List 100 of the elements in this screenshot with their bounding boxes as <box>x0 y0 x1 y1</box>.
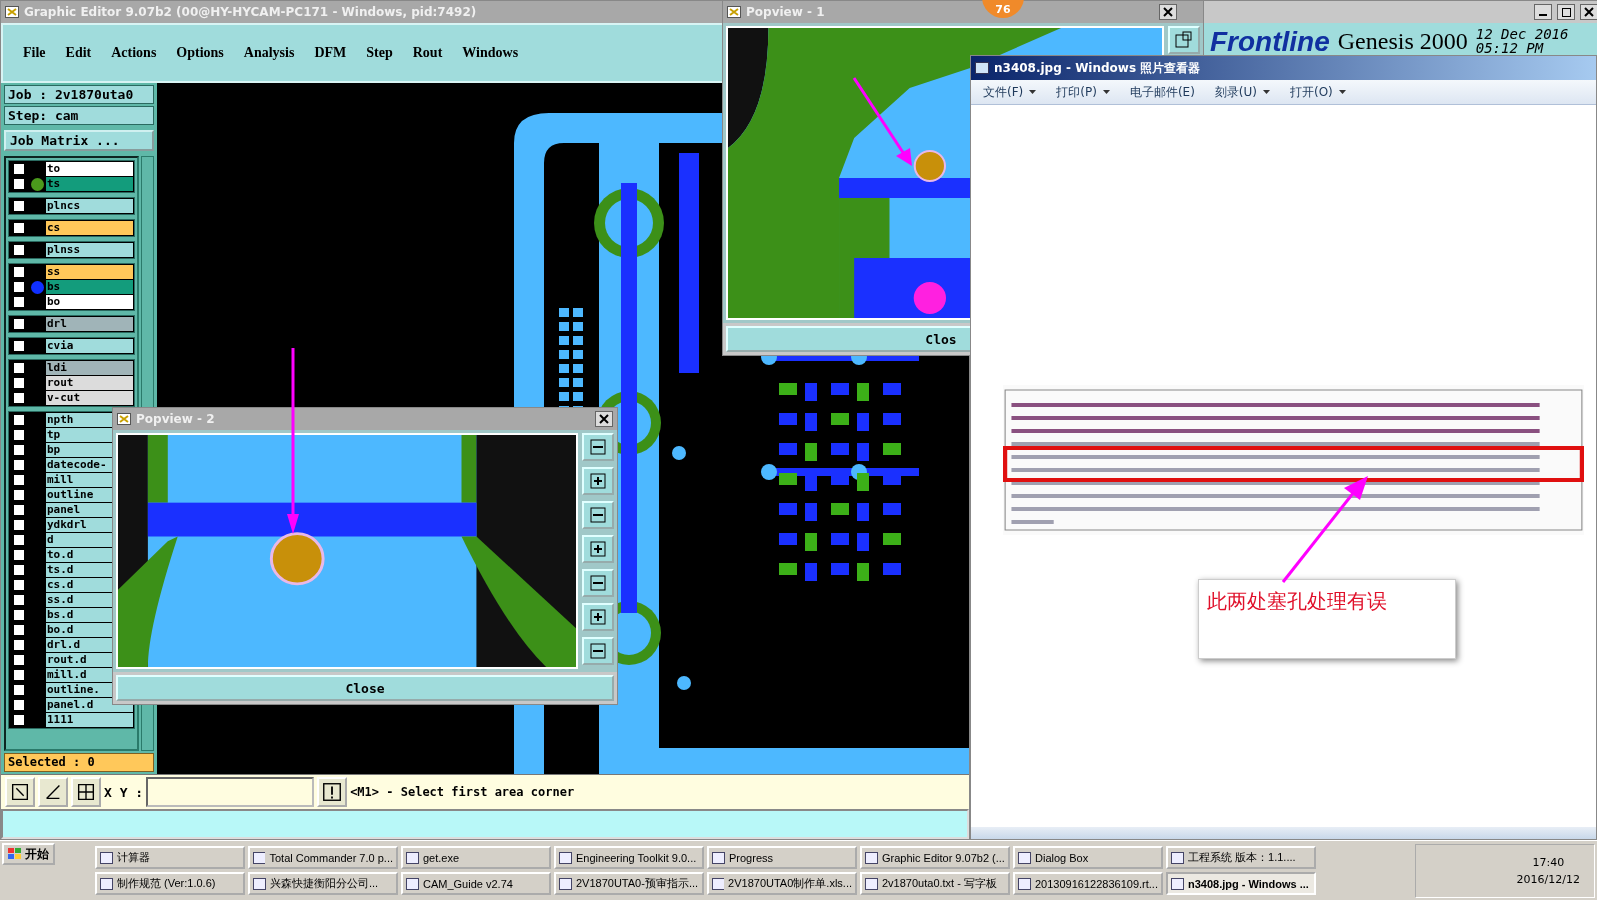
menu-item[interactable]: Step <box>366 45 393 61</box>
view-button[interactable] <box>582 637 614 665</box>
layer-checkbox[interactable] <box>12 339 26 353</box>
start-button[interactable]: 开始 <box>2 843 55 865</box>
taskbar-item[interactable]: Progress <box>707 846 857 869</box>
taskbar-item[interactable]: 计算器 <box>95 846 245 869</box>
layer-name[interactable]: rout <box>46 376 133 390</box>
layer-name[interactable]: drl <box>46 317 133 331</box>
layer-checkbox[interactable] <box>12 683 26 697</box>
layer-checkbox[interactable] <box>12 391 26 405</box>
maximize-button[interactable] <box>1557 4 1575 20</box>
layer-name[interactable]: bs <box>46 280 133 294</box>
layer-name[interactable]: cs <box>46 221 133 235</box>
layer-checkbox[interactable] <box>12 668 26 682</box>
taskbar-item[interactable]: CAM_Guide v2.74 <box>401 872 551 895</box>
layer-checkbox[interactable] <box>12 280 26 294</box>
layer-name[interactable]: 1111 <box>46 713 133 727</box>
layer-name[interactable]: ldi <box>46 361 133 375</box>
tool-button[interactable] <box>71 777 101 807</box>
layer-checkbox[interactable] <box>12 361 26 375</box>
close-button[interactable] <box>1580 4 1597 20</box>
taskbar-item[interactable]: Engineering Toolkit 9.0... <box>554 846 704 869</box>
menu-item[interactable]: 打开(O) <box>1290 83 1346 101</box>
view-button[interactable] <box>582 569 614 597</box>
layer-checkbox[interactable] <box>12 177 26 191</box>
layer-checkbox[interactable] <box>12 265 26 279</box>
layer-checkbox[interactable] <box>12 578 26 592</box>
close-button[interactable] <box>1159 4 1177 20</box>
layer-checkbox[interactable] <box>12 443 26 457</box>
taskbar-item[interactable]: 2v1870uta0.txt - 写字板 <box>860 872 1010 895</box>
tool-button[interactable] <box>5 777 35 807</box>
view-button[interactable] <box>582 535 614 563</box>
taskbar-item[interactable]: 20130916122836109.rt... <box>1013 872 1163 895</box>
alert-button[interactable] <box>317 777 348 807</box>
menu-item[interactable]: 打印(P) <box>1056 83 1110 101</box>
layer-name[interactable]: v-cut <box>46 391 133 405</box>
menu-item[interactable]: DFM <box>314 45 347 61</box>
layer-checkbox[interactable] <box>12 243 26 257</box>
minimize-button[interactable] <box>1534 4 1552 20</box>
taskbar-item[interactable]: 2V1870UTA0-预审指示... <box>554 872 704 895</box>
taskbar-item[interactable]: get.exe <box>401 846 551 869</box>
layer-name[interactable]: plnss <box>46 243 133 257</box>
layer-checkbox[interactable] <box>12 295 26 309</box>
layer-name[interactable]: plncs <box>46 199 133 213</box>
menu-item[interactable]: Edit <box>65 45 92 61</box>
layer-checkbox[interactable] <box>12 413 26 427</box>
menu-item[interactable]: 刻录(U) <box>1214 83 1270 101</box>
taskbar-item[interactable]: 2V1870UTA0制作单.xls... <box>707 872 857 895</box>
taskbar-item[interactable]: 工程系统 版本：1.1.... <box>1166 846 1316 869</box>
layer-checkbox[interactable] <box>12 473 26 487</box>
taskbar-item[interactable]: Total Commander 7.0 p... <box>248 846 398 869</box>
layer-checkbox[interactable] <box>12 698 26 712</box>
layer-checkbox[interactable] <box>12 376 26 390</box>
close-button[interactable] <box>595 411 613 427</box>
tool-button[interactable] <box>38 777 68 807</box>
plus-icon <box>588 471 608 491</box>
close-button[interactable]: Close <box>116 675 614 701</box>
layer-name[interactable]: ss <box>46 265 133 279</box>
menu-item[interactable]: 电子邮件(E) <box>1129 83 1195 101</box>
menu-item[interactable]: File <box>23 45 46 61</box>
layer-checkbox[interactable] <box>12 221 26 235</box>
zoom-button[interactable] <box>1168 26 1200 54</box>
menu-item[interactable]: Options <box>176 45 224 61</box>
job-matrix-button[interactable]: Job Matrix ... <box>4 130 154 151</box>
layer-checkbox[interactable] <box>12 653 26 667</box>
layer-checkbox[interactable] <box>12 199 26 213</box>
menu-item[interactable]: Actions <box>111 45 157 61</box>
layer-checkbox[interactable] <box>12 593 26 607</box>
layer-name[interactable]: bo <box>46 295 133 309</box>
menu-item[interactable]: Windows <box>462 45 519 61</box>
layer-checkbox[interactable] <box>12 503 26 517</box>
view-button[interactable] <box>582 501 614 529</box>
menu-item[interactable]: Analysis <box>243 45 295 61</box>
layer-checkbox[interactable] <box>12 428 26 442</box>
layer-checkbox[interactable] <box>12 623 26 637</box>
view-button[interactable] <box>582 433 614 461</box>
layer-checkbox[interactable] <box>12 458 26 472</box>
layer-checkbox[interactable] <box>12 563 26 577</box>
taskbar-item[interactable]: n3408.jpg - Windows ... <box>1166 872 1316 895</box>
layer-checkbox[interactable] <box>12 548 26 562</box>
layer-name[interactable]: ts <box>46 177 133 191</box>
menu-item[interactable]: 文件(F) <box>983 83 1037 101</box>
layer-checkbox[interactable] <box>12 488 26 502</box>
layer-checkbox[interactable] <box>12 638 26 652</box>
layer-checkbox[interactable] <box>12 713 26 727</box>
view-button[interactable] <box>582 603 614 631</box>
layer-name[interactable]: to <box>46 162 133 176</box>
taskbar-item[interactable]: Dialog Box <box>1013 846 1163 869</box>
layer-checkbox[interactable] <box>12 162 26 176</box>
taskbar-item[interactable]: Graphic Editor 9.07b2 (... <box>860 846 1010 869</box>
view-button[interactable] <box>582 467 614 495</box>
layer-checkbox[interactable] <box>12 317 26 331</box>
coordinate-field[interactable] <box>146 777 315 807</box>
layer-name[interactable]: cvia <box>46 339 133 353</box>
layer-checkbox[interactable] <box>12 518 26 532</box>
layer-checkbox[interactable] <box>12 533 26 547</box>
menu-item[interactable]: Rout <box>412 45 443 61</box>
taskbar-item[interactable]: 制作规范 (Ver:1.0.6) <box>95 872 245 895</box>
layer-checkbox[interactable] <box>12 608 26 622</box>
taskbar-item[interactable]: 兴森快捷衡阳分公司... <box>248 872 398 895</box>
